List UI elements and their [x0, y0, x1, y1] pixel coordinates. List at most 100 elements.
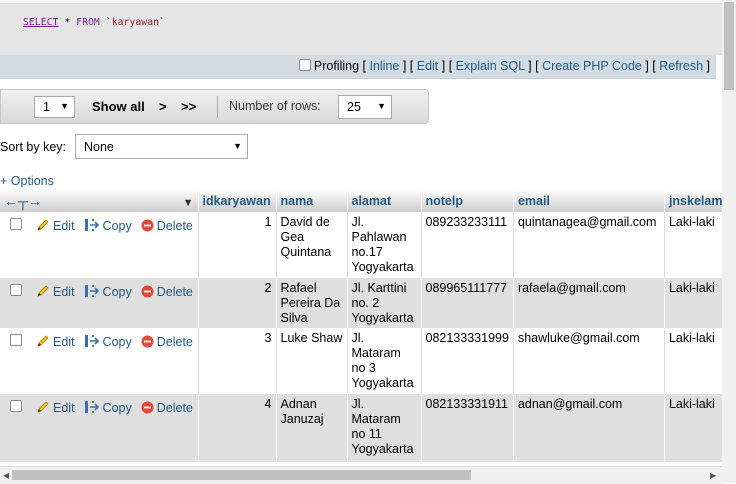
- cell-notelp[interactable]: 089233233111: [421, 212, 514, 278]
- row-delete-button[interactable]: Delete: [141, 285, 193, 299]
- cell-idkaryawan[interactable]: 3: [198, 328, 277, 394]
- cell-alamat[interactable]: Jl. Mataram no 11 Yogyakarta: [347, 394, 422, 462]
- cell-jnskelamin[interactable]: Laki-laki: [664, 212, 728, 278]
- explain-sql-link[interactable]: Explain SQL: [456, 59, 525, 73]
- row-copy-button[interactable]: Copy: [84, 285, 132, 299]
- cell-notelp[interactable]: 089965111777: [421, 278, 514, 328]
- tab-strip: [0, 0, 722, 3]
- refresh-link[interactable]: Refresh: [659, 59, 703, 73]
- row-copy-button[interactable]: Copy: [84, 219, 132, 233]
- cell-idkaryawan[interactable]: 4: [198, 394, 277, 462]
- cell-idkaryawan[interactable]: 1: [198, 212, 277, 278]
- row-edit-button[interactable]: Edit: [36, 219, 75, 233]
- profiling-label[interactable]: Profiling: [314, 59, 359, 73]
- row-checkbox[interactable]: [10, 400, 22, 412]
- column-header-alamat[interactable]: alamat: [347, 189, 422, 212]
- delete-icon: [141, 219, 154, 236]
- copy-icon: [84, 334, 100, 352]
- cell-jnskelamin[interactable]: Laki-laki: [664, 394, 728, 462]
- create-php-code-link[interactable]: Create PHP Code: [542, 59, 642, 73]
- number-of-rows-label: Number of rows:: [229, 99, 321, 113]
- row-edit-button[interactable]: Edit: [36, 335, 75, 349]
- profiling-checkbox[interactable]: [298, 59, 311, 71]
- table-row: Edit Copy Delete 1 David de Gea Quintana Jl. …: [0, 212, 728, 278]
- cell-jnskelamin[interactable]: Laki-laki: [664, 328, 728, 394]
- column-header-jnskelamin[interactable]: jnskelam: [664, 189, 728, 212]
- vertical-scroll-thumb[interactable]: [724, 2, 734, 90]
- scroll-right-icon[interactable]: ▶: [710, 471, 716, 480]
- row-edit-button[interactable]: Edit: [36, 285, 75, 299]
- row-delete-label: Delete: [156, 285, 193, 299]
- pencil-icon: [36, 334, 50, 352]
- column-header-notelp[interactable]: notelp: [421, 189, 514, 212]
- cell-alamat[interactable]: Jl. Karttini no. 2 Yogyakarta: [347, 278, 422, 328]
- row-actions: Edit Copy Delete: [0, 328, 199, 394]
- cell-notelp[interactable]: 082133331999: [421, 328, 514, 394]
- page-select[interactable]: 1 ▼: [34, 96, 75, 118]
- row-delete-label: Delete: [156, 401, 193, 415]
- inline-link[interactable]: Inline: [369, 59, 399, 73]
- cell-idkaryawan[interactable]: 2: [198, 278, 277, 328]
- query-toolbar: Profiling [ Inline ] [ Edit ] [ Explain …: [0, 55, 716, 79]
- delete-icon: [141, 285, 154, 302]
- sort-by-key: Sort by key:: [0, 140, 66, 154]
- delete-icon: [141, 335, 154, 352]
- nav-divider: [217, 96, 218, 118]
- cell-email[interactable]: adnan@gmail.com: [513, 394, 665, 462]
- column-visibility-dropdown-icon[interactable]: ▼: [183, 197, 194, 209]
- table-row: Edit Copy Delete 2 Rafael Pereira Da Silva Jl…: [0, 278, 728, 328]
- sql-query-text: SELECT * FROM `karyawan`: [23, 17, 165, 28]
- row-delete-button[interactable]: Delete: [141, 401, 193, 415]
- row-checkbox[interactable]: [10, 284, 22, 296]
- row-actions: Edit Copy Delete: [0, 394, 199, 462]
- show-all-button[interactable]: Show all: [92, 99, 145, 114]
- cell-alamat[interactable]: Jl. Pahlawan no.17 Yogyakarta: [347, 212, 422, 278]
- cell-nama[interactable]: Adnan Januzaj: [276, 394, 348, 462]
- row-copy-button[interactable]: Copy: [84, 335, 132, 349]
- row-edit-button[interactable]: Edit: [36, 401, 75, 415]
- column-resize-arrows-icon[interactable]: ←┬→: [4, 193, 42, 209]
- cell-nama[interactable]: Luke Shaw: [276, 328, 348, 394]
- cell-email[interactable]: quintanagea@gmail.com: [513, 212, 665, 278]
- sql-table-name: `karyawan`: [105, 17, 166, 28]
- column-header-nama[interactable]: nama: [276, 189, 348, 212]
- options-toggle[interactable]: + Options: [0, 174, 54, 188]
- rows-per-page-select[interactable]: 25 ▼: [338, 95, 392, 119]
- edit-link[interactable]: Edit: [417, 59, 439, 73]
- column-header-email[interactable]: email: [513, 189, 665, 212]
- row-copy-label: Copy: [102, 219, 132, 233]
- table-header-row: ←┬→ ▼ idkaryawan nama alamat notelp emai…: [0, 189, 728, 212]
- scroll-left-icon[interactable]: ◀: [3, 471, 9, 480]
- row-edit-label: Edit: [53, 219, 75, 233]
- cell-nama[interactable]: Rafael Pereira Da Silva: [276, 278, 348, 328]
- cell-email[interactable]: rafaela@gmail.com: [513, 278, 665, 328]
- row-delete-button[interactable]: Delete: [141, 219, 193, 233]
- row-delete-button[interactable]: Delete: [141, 335, 193, 349]
- row-edit-label: Edit: [53, 285, 75, 299]
- row-edit-label: Edit: [53, 401, 75, 415]
- row-copy-button[interactable]: Copy: [84, 401, 132, 415]
- column-header-idkaryawan[interactable]: idkaryawan: [198, 189, 277, 212]
- chevron-down-icon: ▼: [233, 141, 242, 151]
- row-checkbox[interactable]: [10, 334, 22, 346]
- column-controls-header: ←┬→ ▼: [0, 189, 199, 212]
- row-copy-label: Copy: [102, 285, 132, 299]
- copy-icon: [84, 284, 100, 302]
- chevron-down-icon: ▼: [60, 101, 69, 111]
- vertical-scrollbar[interactable]: [722, 0, 736, 483]
- horizontal-scroll-thumb[interactable]: [12, 470, 471, 480]
- cell-alamat[interactable]: Jl. Mataram no 3 Yogyakarta: [347, 328, 422, 394]
- sql-query-box: SELECT * FROM `karyawan`: [0, 0, 722, 55]
- sort-by-key-label: Sort by key:: [0, 140, 66, 154]
- sql-select-keyword[interactable]: SELECT: [23, 17, 59, 28]
- sort-by-key-select[interactable]: None ▼: [75, 134, 248, 159]
- row-checkbox[interactable]: [10, 218, 22, 230]
- last-page-button[interactable]: >>: [181, 99, 196, 114]
- sort-by-key-value: None: [84, 140, 114, 154]
- cell-notelp[interactable]: 082133331911: [421, 394, 514, 462]
- cell-nama[interactable]: David de Gea Quintana: [276, 212, 348, 278]
- horizontal-scrollbar[interactable]: ◀ ▶: [0, 466, 722, 484]
- cell-jnskelamin[interactable]: Laki-laki: [664, 278, 728, 328]
- cell-email[interactable]: shawluke@gmail.com: [513, 328, 665, 394]
- next-page-button[interactable]: >: [159, 99, 167, 114]
